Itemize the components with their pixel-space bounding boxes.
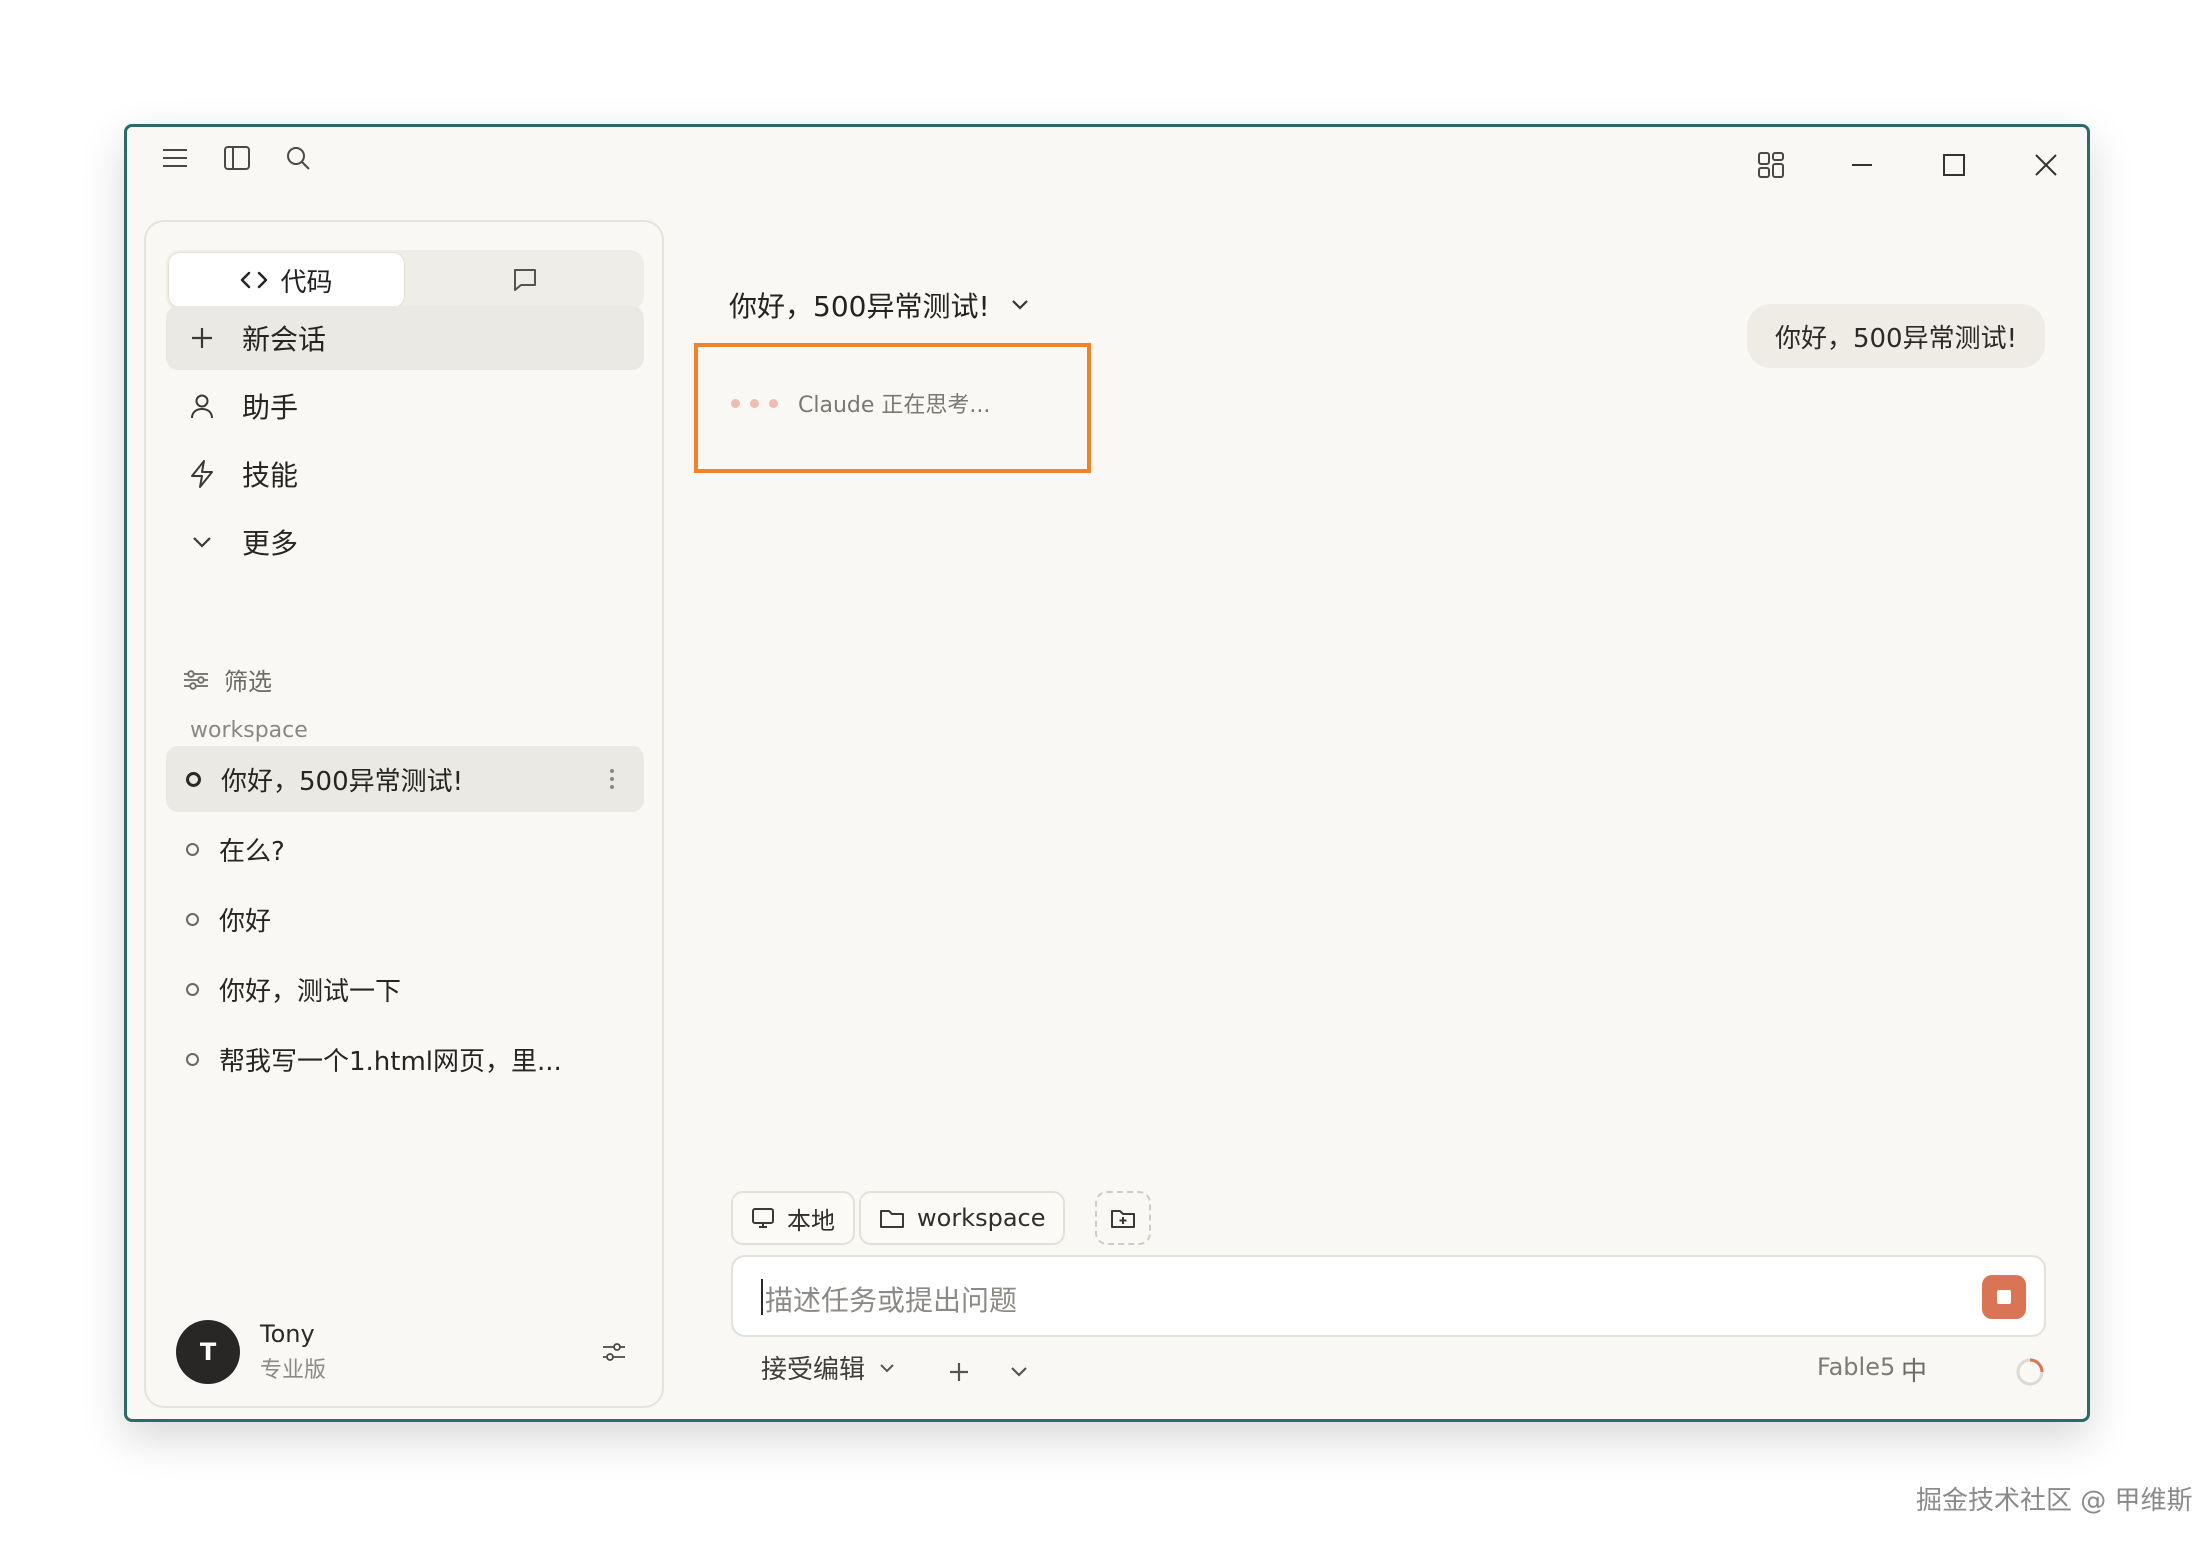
stop-button[interactable] (1982, 1275, 2026, 1319)
user-plan: 专业版 (260, 1358, 327, 1383)
nav-more-label: 更多 (242, 527, 299, 560)
menu-icon[interactable] (157, 140, 193, 176)
local-environment-chip[interactable]: 本地 (731, 1191, 855, 1245)
folder-plus-icon (1110, 1207, 1136, 1229)
conversation-status-dot (186, 771, 201, 787)
user-message-bubble: 你好，500异常测试! (1747, 304, 2045, 368)
mode-switcher: 代码 (166, 250, 644, 310)
minimize-icon[interactable] (1844, 147, 1880, 183)
sidebar-toggle-icon[interactable] (219, 140, 255, 176)
monitor-icon (751, 1206, 775, 1230)
conversation-title: 你好 (219, 906, 272, 937)
loading-spinner-icon (2013, 1355, 2047, 1389)
workspace-section-label: workspace (190, 718, 308, 743)
conversation-item[interactable]: 你好，测试一下 (166, 956, 644, 1022)
avatar: T (176, 1320, 240, 1384)
page-title: 你好，500异常测试! (729, 290, 990, 323)
conversation-title: 帮我写一个1.html网页，里... (219, 1046, 562, 1077)
conversation-status-dot (186, 1052, 199, 1066)
model-selector[interactable]: Fable5 (1817, 1353, 1895, 1381)
nav-assistant-label: 助手 (242, 391, 299, 424)
nav-skills-label: 技能 (242, 459, 299, 492)
tab-code-label: 代码 (280, 267, 333, 298)
filter-button[interactable]: 筛选 (182, 662, 272, 697)
chevron-down-icon (186, 526, 218, 558)
tab-chat[interactable] (406, 250, 644, 310)
settings-sliders-icon[interactable] (598, 1336, 630, 1368)
code-icon (240, 270, 268, 290)
close-icon[interactable] (2028, 147, 2064, 183)
plus-icon[interactable] (943, 1356, 975, 1388)
prompt-placeholder: 描述任务或提出问题 (765, 1284, 1018, 1317)
conversation-title: 在么? (219, 836, 285, 867)
user-name: Tony (260, 1320, 315, 1348)
nav-skills[interactable]: 技能 (166, 442, 644, 506)
conversation-status-dot (186, 912, 199, 926)
chevron-down-icon (1010, 299, 1030, 311)
sidebar: 代码 新会话 助手 技能 更多 筛选 workspace 你好，500异常测试!… (144, 220, 664, 1408)
person-icon (186, 390, 218, 422)
conversation-item[interactable]: 在么? (166, 816, 644, 882)
thinking-dot (769, 398, 778, 408)
app-window: 代码 新会话 助手 技能 更多 筛选 workspace 你好，500异常测试!… (124, 124, 2090, 1422)
workspace-chip-label: workspace (917, 1204, 1046, 1232)
workspace-folder-chip[interactable]: workspace (859, 1191, 1066, 1245)
chat-icon (512, 267, 538, 293)
conversation-title-dropdown[interactable]: 你好，500异常测试! (729, 285, 1030, 325)
chevron-down-icon (879, 1363, 895, 1373)
folder-icon (879, 1207, 905, 1229)
nav-assistant[interactable]: 助手 (166, 374, 644, 438)
conversation-status-dot (186, 842, 199, 856)
plus-icon (186, 322, 218, 354)
conversation-item[interactable]: 你好 (166, 886, 644, 952)
chevron-down-icon[interactable] (1007, 1360, 1031, 1384)
prompt-input[interactable]: 描述任务或提出问题 (731, 1255, 2046, 1337)
watermark: 掘金技术社区 @ 甲维斯 (1916, 1486, 2193, 1516)
layout-grid-icon[interactable] (1753, 147, 1789, 183)
stop-icon (1997, 1290, 2011, 1304)
thinking-text: Claude 正在思考... (798, 393, 991, 418)
user-profile[interactable]: T Tony 专业版 (176, 1318, 636, 1386)
new-chat-label: 新会话 (242, 323, 327, 356)
text-caret (761, 1279, 763, 1315)
filter-label: 筛选 (224, 668, 272, 696)
conversation-item[interactable]: 帮我写一个1.html网页，里... (166, 1026, 644, 1092)
search-icon[interactable] (280, 140, 316, 176)
lightning-icon (186, 458, 218, 490)
local-chip-label: 本地 (787, 1206, 835, 1235)
thinking-indicator: Claude 正在思考... (731, 387, 990, 419)
nav-more[interactable]: 更多 (166, 510, 644, 574)
filter-sliders-icon (182, 669, 210, 691)
composer-toolbar: 接受编辑 Fable5 中 (731, 1349, 2046, 1395)
new-chat-button[interactable]: 新会话 (166, 306, 644, 370)
conversation-item-active[interactable]: 你好，500异常测试! (166, 746, 644, 812)
edit-mode-dropdown[interactable]: 接受编辑 (761, 1349, 895, 1386)
conversation-title: 你好，测试一下 (219, 976, 402, 1007)
maximize-icon[interactable] (1936, 147, 1972, 183)
tab-code[interactable]: 代码 (168, 252, 405, 308)
conversation-status-dot (186, 982, 199, 996)
conversation-title: 你好，500异常测试! (221, 766, 464, 797)
edit-mode-label: 接受编辑 (761, 1355, 866, 1385)
more-vertical-icon[interactable] (604, 763, 620, 795)
thinking-dot (750, 398, 759, 408)
add-folder-button[interactable] (1095, 1191, 1151, 1245)
thinking-dot (731, 398, 740, 408)
language-toggle[interactable]: 中 (1901, 1351, 1927, 1388)
